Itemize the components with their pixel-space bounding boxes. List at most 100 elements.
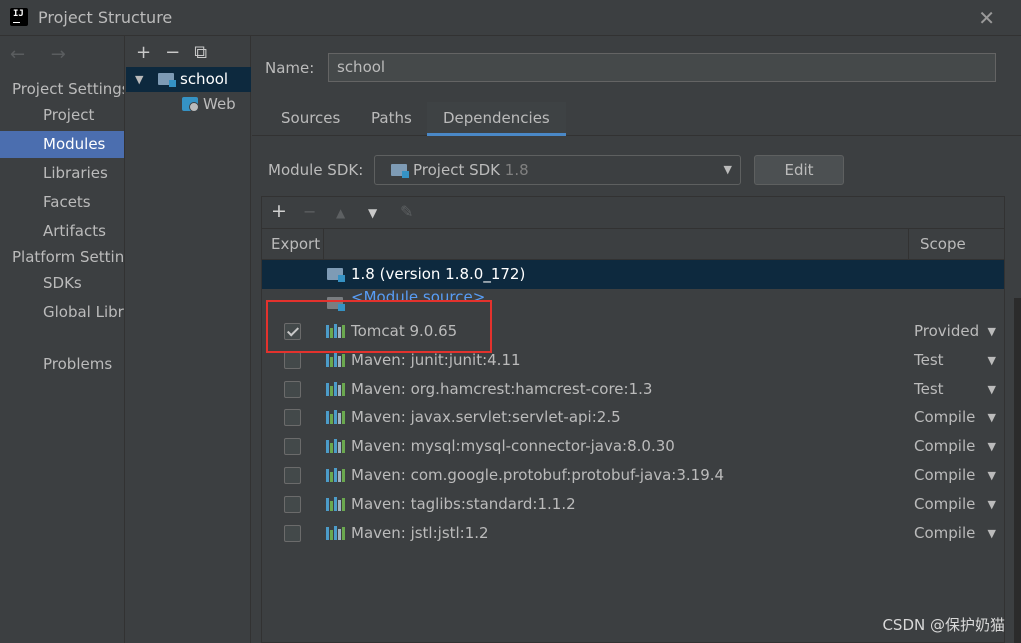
export-checkbox[interactable] bbox=[284, 352, 301, 369]
tree-node-web[interactable]: Web bbox=[126, 92, 251, 117]
scope-value: Test bbox=[914, 351, 944, 369]
export-checkbox[interactable] bbox=[284, 496, 301, 513]
edit-dependency-icon[interactable]: ✎ bbox=[400, 202, 413, 221]
scope-value: Compile bbox=[914, 495, 976, 513]
dependencies-toolbar: + − ▲ ▼ ✎ bbox=[262, 197, 1004, 229]
close-icon[interactable]: ✕ bbox=[978, 6, 995, 30]
chevron-down-icon: ▼ bbox=[723, 163, 732, 176]
tree-node-label: school bbox=[180, 70, 229, 88]
scope-value: Test bbox=[914, 380, 944, 398]
chevron-down-icon[interactable]: ▼ bbox=[135, 67, 143, 92]
module-tabs: Sources Paths Dependencies bbox=[252, 102, 1021, 136]
chevron-down-icon: ▼ bbox=[987, 325, 996, 338]
move-down-icon[interactable]: ▼ bbox=[368, 206, 377, 220]
window-title: Project Structure bbox=[38, 8, 173, 27]
remove-dependency-icon[interactable]: − bbox=[303, 202, 316, 221]
add-module-icon[interactable]: + bbox=[136, 42, 151, 63]
nav-item-sdks[interactable]: SDKs bbox=[0, 270, 124, 297]
tab-paths[interactable]: Paths bbox=[355, 102, 428, 136]
name-label: Name: bbox=[265, 59, 315, 77]
sdk-folder-icon bbox=[391, 164, 409, 178]
module-sdk-label: Module SDK: bbox=[268, 161, 364, 179]
library-icon bbox=[326, 410, 345, 424]
nav-item-artifacts[interactable]: Artifacts bbox=[0, 218, 124, 245]
project-settings-header: Project Settings bbox=[12, 80, 125, 98]
scope-dropdown[interactable]: Compile ▼ bbox=[914, 490, 1004, 519]
dependency-row[interactable]: Maven: com.google.protobuf:protobuf-java… bbox=[262, 461, 1004, 490]
chevron-down-icon: ▼ bbox=[987, 354, 996, 367]
chevron-down-icon: ▼ bbox=[987, 411, 996, 424]
web-facet-icon bbox=[182, 97, 199, 112]
edit-sdk-button[interactable]: Edit bbox=[754, 155, 844, 185]
background-window-edge bbox=[1014, 298, 1021, 643]
dependency-name: Maven: org.hamcrest:hamcrest-core:1.3 bbox=[351, 380, 653, 398]
scope-dropdown[interactable]: Provided ▼ bbox=[914, 317, 1004, 346]
chevron-down-icon: ▼ bbox=[987, 383, 996, 396]
library-icon bbox=[326, 526, 345, 540]
scope-value: Compile bbox=[914, 524, 976, 542]
scope-dropdown[interactable]: Compile ▼ bbox=[914, 432, 1004, 461]
sdk-version: 1.8 bbox=[504, 161, 529, 179]
export-checkbox[interactable] bbox=[284, 438, 301, 455]
export-column-header[interactable]: Export bbox=[271, 229, 320, 260]
title-bar: IJ Project Structure ✕ bbox=[0, 0, 1021, 36]
scope-dropdown[interactable]: Compile ▼ bbox=[914, 403, 1004, 432]
nav-item-libraries[interactable]: Libraries bbox=[0, 160, 124, 187]
library-icon bbox=[326, 468, 345, 482]
export-checkbox[interactable] bbox=[284, 381, 301, 398]
scope-value: Compile bbox=[914, 466, 976, 484]
platform-settings-header: Platform Settings bbox=[12, 248, 125, 266]
move-up-icon[interactable]: ▲ bbox=[336, 206, 345, 220]
dependency-name: Maven: com.google.protobuf:protobuf-java… bbox=[351, 466, 725, 484]
library-icon bbox=[326, 497, 345, 511]
scope-dropdown[interactable]: Test ▼ bbox=[914, 346, 1004, 375]
dependency-name: Maven: mysql:mysql-connector-java:8.0.30 bbox=[351, 437, 675, 455]
chevron-down-icon: ▼ bbox=[987, 498, 996, 511]
dependency-name: Maven: javax.servlet:servlet-api:2.5 bbox=[351, 408, 621, 426]
nav-item-facets[interactable]: Facets bbox=[0, 189, 124, 216]
tab-dependencies[interactable]: Dependencies bbox=[427, 102, 566, 136]
scope-value: Provided bbox=[914, 322, 980, 340]
dependency-name: Maven: taglibs:standard:1.1.2 bbox=[351, 495, 576, 513]
tab-sources[interactable]: Sources bbox=[265, 102, 356, 136]
add-dependency-icon[interactable]: + bbox=[271, 200, 287, 222]
dependency-row[interactable]: Maven: javax.servlet:servlet-api:2.5 Comp… bbox=[262, 403, 1004, 432]
module-sdk-dropdown[interactable]: Project SDK 1.8 ▼ bbox=[374, 155, 741, 185]
copy-module-icon[interactable]: ⧉ bbox=[194, 42, 207, 63]
nav-item-modules[interactable]: Modules bbox=[0, 131, 124, 158]
remove-module-icon[interactable]: − bbox=[165, 42, 180, 63]
tree-node-school[interactable]: ▼ school bbox=[126, 67, 251, 92]
nav-item-problems[interactable]: Problems bbox=[0, 351, 124, 378]
dependency-row[interactable]: Maven: org.hamcrest:hamcrest-core:1.3 Tes… bbox=[262, 375, 1004, 404]
scope-column-header[interactable]: Scope bbox=[920, 229, 966, 260]
library-icon bbox=[326, 353, 345, 367]
library-icon bbox=[326, 382, 345, 396]
annotation-highlight-box bbox=[266, 300, 492, 353]
nav-item-global-libraries[interactable]: Global Libraries bbox=[0, 299, 124, 326]
scope-value: Compile bbox=[914, 408, 976, 426]
dependency-row[interactable]: Maven: taglibs:standard:1.1.2 Compile ▼ bbox=[262, 490, 1004, 519]
chevron-down-icon: ▼ bbox=[987, 440, 996, 453]
dependency-row[interactable]: Maven: jstl:jstl:1.2 Compile ▼ bbox=[262, 519, 1004, 548]
nav-item-project[interactable]: Project bbox=[0, 102, 124, 129]
dependency-row[interactable]: Maven: mysql:mysql-connector-java:8.0.30… bbox=[262, 432, 1004, 461]
export-checkbox[interactable] bbox=[284, 525, 301, 542]
scope-value: Compile bbox=[914, 437, 976, 455]
scope-dropdown[interactable]: Compile ▼ bbox=[914, 461, 1004, 490]
export-checkbox[interactable] bbox=[284, 467, 301, 484]
module-folder-icon bbox=[158, 73, 176, 87]
module-tree: + − ⧉ ▼ school Web bbox=[126, 36, 251, 643]
back-forward-arrows-icon[interactable]: ← → bbox=[10, 44, 76, 65]
export-checkbox[interactable] bbox=[284, 409, 301, 426]
settings-nav: ← → Project Settings Project Modules Libra… bbox=[0, 36, 125, 643]
chevron-down-icon: ▼ bbox=[987, 527, 996, 540]
intellij-logo-icon: IJ bbox=[8, 6, 28, 26]
dependencies-panel: + − ▲ ▼ ✎ Export Scope 1.8 (version 1.8.… bbox=[261, 196, 1005, 643]
scope-dropdown[interactable]: Test ▼ bbox=[914, 375, 1004, 404]
sdk-value: Project SDK bbox=[413, 161, 500, 179]
tree-node-label: Web bbox=[203, 95, 236, 113]
dependencies-header: Export Scope bbox=[262, 229, 1004, 260]
scope-dropdown[interactable]: Compile ▼ bbox=[914, 519, 1004, 548]
chevron-down-icon: ▼ bbox=[987, 469, 996, 482]
module-name-field[interactable]: school bbox=[328, 53, 996, 82]
